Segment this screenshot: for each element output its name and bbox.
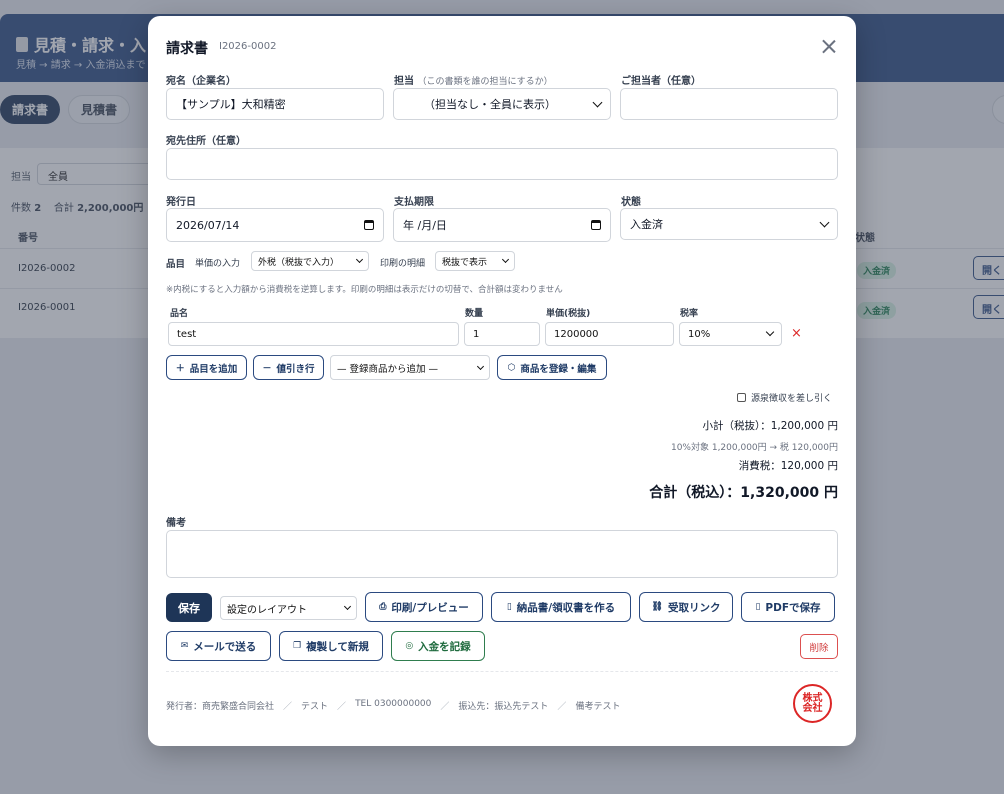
- receive-link-button[interactable]: ⛓ 受取リンク: [639, 592, 733, 622]
- discount-row-button[interactable]: －値引き行: [253, 355, 324, 380]
- delete-button[interactable]: 削除: [800, 634, 838, 659]
- money-icon: ◎: [405, 641, 414, 651]
- document-number: I2026-0002: [219, 41, 277, 52]
- box-icon: ⬡: [507, 362, 516, 373]
- subtotal: 小計（税抜）：1,200,000 円: [702, 420, 838, 432]
- footer-divider: [166, 671, 838, 672]
- contact-label: ご担当者（任意）: [621, 76, 701, 87]
- plus-icon: ＋: [175, 364, 185, 374]
- company-seal: 株式 会社: [793, 684, 832, 723]
- chevron-down-icon: [476, 362, 485, 370]
- item-name-input[interactable]: test: [168, 322, 459, 346]
- print-preview-button[interactable]: ⎙ 印刷/プレビュー: [365, 592, 483, 622]
- recipient-label: 宛名（企業名）: [166, 76, 236, 87]
- recipient-input[interactable]: 【サンプル】大和精密: [166, 88, 384, 120]
- registered-item-select[interactable]: — 登録商品から追加 —: [330, 355, 490, 380]
- assignee-select[interactable]: （担当なし・全員に表示）: [393, 88, 611, 120]
- column-item-name: 品名: [170, 309, 189, 319]
- issuer-footer: 発行者：商売繁盛合同会社／ テスト／ TEL 0300000000 ／ 振込先：振…: [166, 699, 621, 712]
- calendar-icon[interactable]: [364, 220, 374, 230]
- item-quantity-input[interactable]: 1: [464, 322, 540, 346]
- items-label: 品目: [166, 259, 186, 270]
- column-quantity: 数量: [465, 309, 484, 319]
- tax-breakdown: 10%対象 1,200,000円 → 税 120,000円: [670, 443, 838, 453]
- layout-select[interactable]: 設定のレイアウト: [220, 596, 357, 620]
- add-item-button[interactable]: ＋品目を追加: [166, 355, 247, 380]
- item-price-input[interactable]: 1200000: [545, 322, 674, 346]
- issue-date-input[interactable]: 2026/07/14: [166, 208, 384, 242]
- link-icon: ⛓: [651, 602, 663, 612]
- modal-title: 請求書: [166, 41, 208, 57]
- make-delivery-receipt-button[interactable]: ▯ 納品書/領収書を作る: [491, 592, 631, 622]
- due-date-input[interactable]: 年 /月/日: [393, 208, 611, 242]
- chevron-down-icon: [355, 255, 364, 264]
- duplicate-button[interactable]: ❐ 複製して新規: [279, 631, 383, 661]
- chevron-down-icon: [501, 255, 510, 264]
- address-input[interactable]: [166, 148, 838, 180]
- save-button[interactable]: 保存: [166, 593, 212, 622]
- grand-total: 合計（税込）：1,320,000 円: [649, 485, 838, 501]
- withholding-toggle[interactable]: 源泉徴収を差し引く: [737, 391, 832, 404]
- due-date-label: 支払期限: [394, 197, 434, 208]
- pdf-icon: ▯: [755, 602, 761, 612]
- issue-date-label: 発行日: [166, 197, 196, 208]
- tax-mode-select[interactable]: 外税（税抜で入力）: [251, 251, 369, 271]
- status-select[interactable]: 入金済: [620, 208, 838, 240]
- status-label: 状態: [621, 197, 641, 208]
- chevron-down-icon: [343, 602, 352, 611]
- calendar-icon[interactable]: [591, 220, 601, 230]
- column-tax-rate: 税率: [680, 309, 699, 319]
- invoice-modal: 請求書 I2026-0002 宛名（企業名） 【サンプル】大和精密 担当 （この…: [148, 16, 856, 746]
- copy-icon: ❐: [293, 641, 302, 651]
- item-tax-select[interactable]: 10%: [679, 322, 782, 346]
- delete-row-icon[interactable]: ×: [791, 326, 802, 341]
- printer-icon: ⎙: [379, 602, 387, 612]
- print-detail-select[interactable]: 税抜で表示: [435, 251, 515, 271]
- send-mail-button[interactable]: ✉ メールで送る: [166, 631, 271, 661]
- manage-products-button[interactable]: ⬡ 商品を登録・編集: [497, 355, 607, 380]
- chevron-down-icon: [765, 327, 775, 337]
- close-icon[interactable]: [820, 38, 838, 56]
- print-detail-label: 印刷の明細: [380, 259, 426, 269]
- column-unit-price: 単価(税抜): [546, 309, 591, 319]
- address-label: 宛先住所（任意）: [166, 136, 246, 147]
- items-note: ※内税にすると入力額から消費税を逆算します。印刷の明細は表示だけの切替で、合計額…: [166, 285, 563, 295]
- save-pdf-button[interactable]: ▯ PDFで保存: [741, 592, 835, 622]
- contact-input[interactable]: [620, 88, 838, 120]
- chevron-down-icon: [592, 97, 603, 107]
- remarks-textarea[interactable]: [166, 530, 838, 578]
- chevron-down-icon: [819, 217, 830, 227]
- assignee-label: 担当 （この書類を誰の担当にするか）: [394, 76, 553, 87]
- unit-price-input-label: 単価の入力: [195, 259, 241, 269]
- record-payment-button[interactable]: ◎ 入金を記録: [391, 631, 485, 661]
- tax-total: 消費税：120,000 円: [738, 460, 838, 472]
- mail-icon: ✉: [180, 641, 189, 651]
- document-icon: ▯: [506, 602, 512, 612]
- remarks-label: 備考: [166, 518, 186, 529]
- withholding-checkbox[interactable]: [737, 393, 746, 402]
- minus-icon: －: [262, 364, 272, 374]
